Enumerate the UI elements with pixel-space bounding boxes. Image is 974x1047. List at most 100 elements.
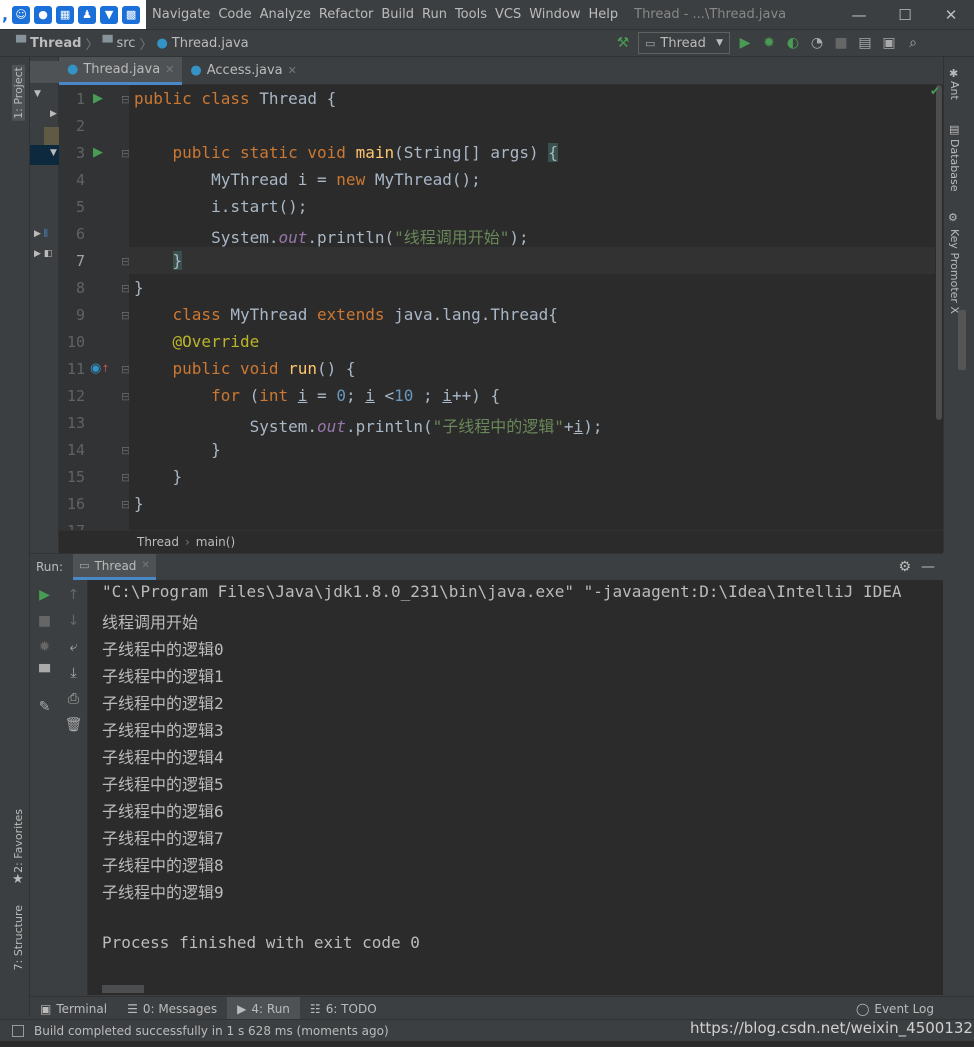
inspection-ok-icon[interactable]: ✔	[930, 84, 940, 98]
shirt-icon[interactable]: ▼	[100, 5, 119, 24]
tree-item[interactable]	[44, 127, 59, 145]
code-line: public void run() {	[172, 359, 356, 378]
menu-window[interactable]: Window	[525, 7, 584, 22]
user-icon[interactable]: ♟	[78, 5, 97, 24]
event-log-button[interactable]: ◯ Event Log	[846, 1002, 944, 1016]
database-icon: ▤	[949, 123, 960, 136]
coverage-icon[interactable]: ◐	[784, 34, 802, 52]
code-editor[interactable]: public class Thread { public static void…	[129, 85, 935, 530]
run-tab-thread[interactable]: ▭ Thread ✕	[73, 554, 156, 580]
console-output[interactable]: "C:\Program Files\Java\jdk1.8.0_231\bin\…	[88, 580, 935, 995]
line-number: 11	[66, 360, 85, 378]
collapse-arrow-icon[interactable]: ▶ ◧	[34, 249, 52, 259]
menu-code[interactable]: Code	[214, 7, 255, 22]
horizontal-scroll-thumb[interactable]	[102, 985, 144, 993]
tab-messages[interactable]: ☰ 0: Messages	[117, 1002, 227, 1016]
collapse-arrow-icon[interactable]: ▶	[50, 109, 57, 119]
comma-icon[interactable]: ,	[2, 5, 8, 24]
tab-database[interactable]: Database	[948, 139, 961, 192]
tree-item-selected[interactable]: ▼	[30, 145, 59, 165]
close-icon[interactable]: ✕	[288, 64, 297, 77]
close-icon[interactable]: ✕	[141, 560, 149, 571]
pin-icon[interactable]: ✎	[30, 694, 59, 720]
tab-project[interactable]: 1: Project	[12, 65, 25, 121]
run-icon[interactable]: ▶	[736, 34, 754, 52]
run-tab-label: Thread	[94, 558, 137, 573]
override-gutter-icon[interactable]: ◉↑	[90, 361, 110, 376]
console-scrollbar[interactable]	[935, 580, 943, 995]
tab-key-promoter[interactable]: Key Promoter X	[948, 229, 961, 314]
stop-icon[interactable]: ■	[832, 34, 850, 52]
java-class-icon: ●	[190, 63, 202, 78]
keyboard-icon[interactable]: ▦	[56, 5, 75, 24]
rerun-icon[interactable]: ▶	[30, 582, 59, 608]
minimize-icon[interactable]: —	[836, 0, 882, 29]
project-structure-icon[interactable]: ▤	[856, 34, 874, 52]
menu-run[interactable]: Run	[418, 7, 451, 22]
run-config-select[interactable]: ▭ Thread ▼	[638, 32, 730, 54]
expand-arrow-icon[interactable]: ▼	[34, 89, 41, 99]
breadcrumb-file[interactable]: ● Thread.java	[156, 36, 248, 51]
tab-ant[interactable]: Ant	[948, 81, 961, 100]
arrow-down-icon[interactable]: ↓	[59, 608, 88, 634]
status-message[interactable]: Build completed successfully in 1 s 628 …	[34, 1024, 389, 1038]
menu-navigate[interactable]: Navigate	[148, 7, 214, 22]
breadcrumb-class[interactable]: Thread	[137, 535, 179, 549]
code-line: class MyThread extends java.lang.Thread{	[172, 305, 558, 324]
side-scroll-thumb[interactable]	[958, 310, 966, 370]
menu-tools[interactable]: Tools	[451, 7, 491, 22]
maximize-icon[interactable]: ☐	[882, 0, 928, 29]
mic-icon[interactable]: ●	[34, 5, 53, 24]
project-header[interactable]	[30, 61, 59, 83]
stop-icon[interactable]: ■	[30, 608, 59, 634]
emoji-icon[interactable]: ☺	[12, 5, 31, 24]
scroll-to-end-icon[interactable]: ⤓	[59, 660, 88, 686]
scroll-thumb[interactable]	[936, 85, 942, 420]
search-icon[interactable]: ⌕	[904, 34, 922, 52]
close-icon[interactable]: ✕	[928, 0, 974, 29]
tab-thread-java[interactable]: ● Thread.java ✕	[59, 56, 183, 85]
tab-structure[interactable]: 7: Structure	[12, 905, 25, 970]
tab-access-java[interactable]: ● Access.java ✕	[182, 57, 304, 85]
grid-icon[interactable]: ▩	[122, 5, 141, 24]
line-number: 3	[75, 144, 85, 162]
menu-refactor[interactable]: Refactor	[315, 7, 378, 22]
build-hammer-icon[interactable]: ⚒	[614, 34, 632, 52]
menu-vcs[interactable]: VCS	[491, 7, 525, 22]
breadcrumb-method[interactable]: main()	[196, 535, 235, 549]
toggle-tool-windows-icon[interactable]	[12, 1024, 24, 1037]
breadcrumb-project[interactable]: ▀ Thread	[16, 36, 81, 51]
print-icon[interactable]: ⎙	[59, 686, 88, 712]
editor-scrollbar[interactable]	[935, 85, 943, 530]
debug-rerun-icon[interactable]: ✹	[30, 634, 59, 660]
menu-help[interactable]: Help	[584, 7, 622, 22]
line-number: 8	[75, 279, 85, 297]
debug-icon[interactable]: ✹	[760, 34, 778, 52]
layout-icon[interactable]: ▀	[30, 660, 59, 686]
profile-icon[interactable]: ◔	[808, 34, 826, 52]
collapse-arrow-icon[interactable]: ▶ ⫼	[34, 229, 48, 239]
breadcrumb-src[interactable]: ▀ src	[102, 36, 135, 51]
menu-build[interactable]: Build	[377, 7, 418, 22]
watermark-text: https://blog.csdn.net/weixin_45001323	[690, 1019, 974, 1037]
run-gutter-icon[interactable]: ▶	[93, 91, 103, 106]
arrow-up-icon[interactable]: ↑	[59, 582, 88, 608]
gear-icon[interactable]: ⚙	[898, 559, 911, 575]
menu-analyze[interactable]: Analyze	[256, 7, 315, 22]
tab-todo[interactable]: ☷ 6: TODO	[300, 1002, 387, 1016]
chevron-right-icon: 〉	[85, 37, 99, 53]
soft-wrap-icon[interactable]: ⤶	[59, 634, 88, 660]
layout-icon[interactable]: ▣	[880, 34, 898, 52]
code-line: }	[134, 440, 221, 459]
hide-panel-icon[interactable]: —	[921, 559, 935, 575]
config-icon: ▭	[79, 559, 90, 572]
trash-icon[interactable]: 🗑	[59, 712, 88, 738]
tab-terminal[interactable]: ▣ Terminal	[30, 1002, 117, 1016]
tab-favorites[interactable]: 2: Favorites	[12, 809, 25, 873]
close-icon[interactable]: ✕	[165, 63, 174, 76]
code-line: }	[134, 278, 144, 297]
run-gutter-icon[interactable]: ▶	[93, 145, 103, 160]
line-number: 14	[66, 441, 85, 459]
tab-run[interactable]: ▶ 4: Run	[227, 996, 300, 1021]
star-icon: ★	[12, 872, 24, 887]
